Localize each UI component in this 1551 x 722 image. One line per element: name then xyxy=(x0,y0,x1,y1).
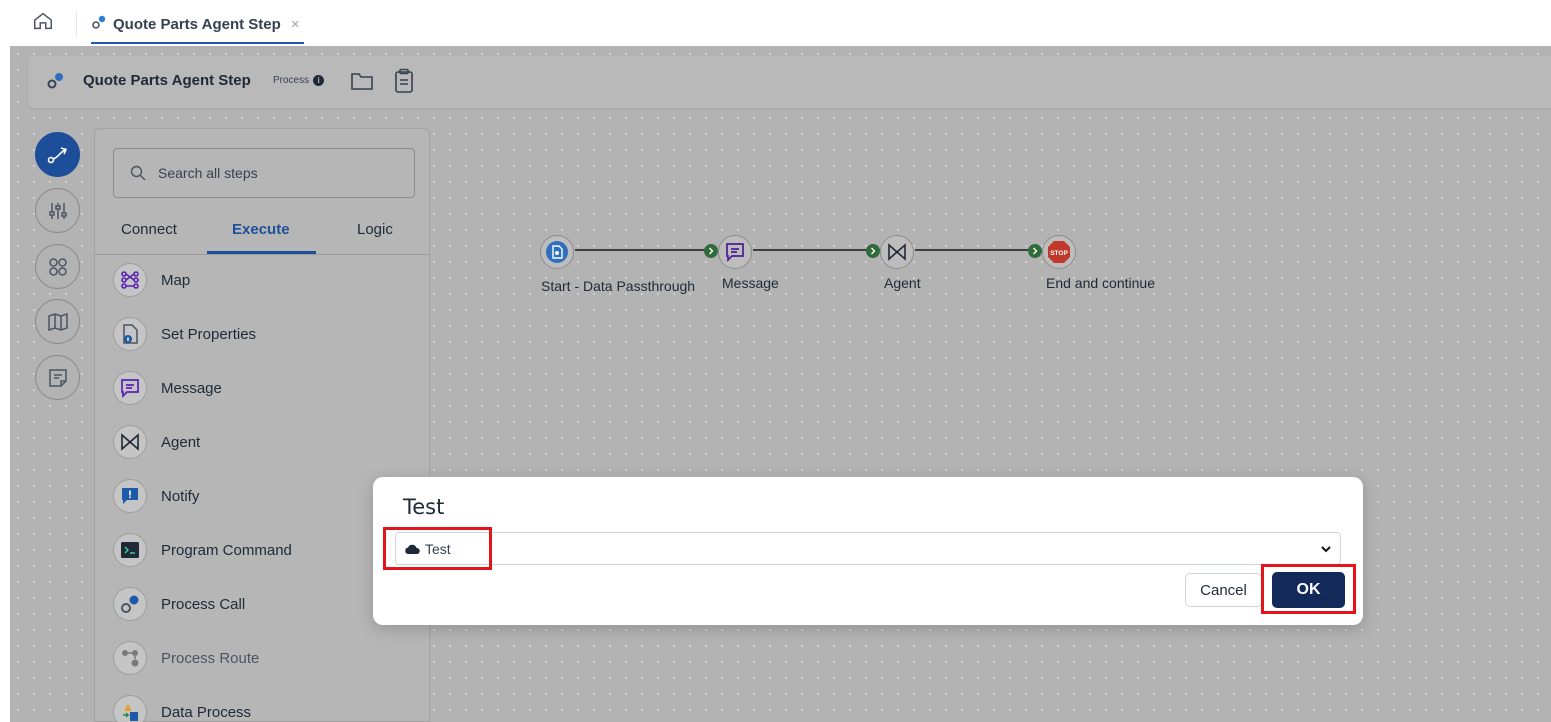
connector-dot[interactable] xyxy=(704,244,718,258)
step-label: Data Process xyxy=(161,703,252,721)
process-gears-icon xyxy=(91,14,107,35)
route-icon[interactable] xyxy=(35,132,80,177)
sliders-icon[interactable] xyxy=(35,188,80,233)
tab-execute[interactable]: Execute xyxy=(232,221,290,238)
notify-icon xyxy=(113,479,147,513)
step-label: Map xyxy=(161,271,191,289)
chevron-down-icon[interactable] xyxy=(1320,542,1332,560)
flow-connector xyxy=(753,249,867,251)
notes-icon[interactable] xyxy=(35,355,80,400)
step-set-properties[interactable]: Set Properties xyxy=(113,317,256,351)
map-icon[interactable] xyxy=(35,299,80,344)
step-data-process[interactable]: Data Process xyxy=(113,695,251,722)
stop-icon: STOP xyxy=(1048,241,1070,263)
step-label: Process Route xyxy=(161,649,260,667)
step-label: Set Properties xyxy=(161,325,257,343)
step-map[interactable]: Map xyxy=(113,263,190,297)
panel-tabs: Connect Execute Logic xyxy=(95,213,429,255)
step-agent[interactable]: Agent xyxy=(113,425,200,459)
flow-node-agent[interactable] xyxy=(880,235,914,269)
home-icon[interactable] xyxy=(30,8,56,34)
tab-quote-parts-agent-step[interactable]: Quote Parts Agent Step × xyxy=(91,6,304,44)
search-icon xyxy=(130,165,146,181)
step-label: Agent xyxy=(161,433,201,451)
document-info-icon xyxy=(113,317,147,351)
process-type-label: Process xyxy=(273,75,310,86)
tab-label: Quote Parts Agent Step xyxy=(113,15,281,33)
top-tab-bar: Quote Parts Agent Step × xyxy=(0,0,1551,46)
flow-node-label: End and continue xyxy=(1046,275,1155,291)
tab-logic[interactable]: Logic xyxy=(357,221,393,238)
search-placeholder: Search all steps xyxy=(158,165,258,181)
cancel-button[interactable]: Cancel xyxy=(1185,573,1262,607)
step-program-command[interactable]: Program Command xyxy=(113,533,292,567)
info-icon[interactable]: i xyxy=(313,75,325,86)
divider xyxy=(76,12,77,36)
flow-node-label: Start - Data Passthrough xyxy=(541,278,696,294)
process-title: Quote Parts Agent Step xyxy=(83,72,251,89)
active-tab-indicator xyxy=(207,251,316,254)
map-step-icon xyxy=(113,263,147,297)
flow-node-label: Message xyxy=(722,275,779,291)
step-label: Process Call xyxy=(161,595,246,613)
folder-icon[interactable] xyxy=(350,70,374,97)
test-dialog: Test Test Cancel OK xyxy=(373,477,1363,625)
connector-dot[interactable] xyxy=(866,244,880,258)
terminal-icon xyxy=(113,533,147,567)
highlight-box-select xyxy=(383,527,492,570)
process-type-badge: Process i xyxy=(273,75,325,86)
tab-connect[interactable]: Connect xyxy=(121,221,177,238)
dialog-title: Test xyxy=(403,495,445,519)
close-icon[interactable]: × xyxy=(291,16,300,33)
process-header: Quote Parts Agent Step Process i xyxy=(28,56,1551,108)
flow-connector xyxy=(915,249,1029,251)
highlight-box-ok xyxy=(1261,564,1356,614)
flow-node-start[interactable] xyxy=(540,235,574,269)
flow-node-message[interactable] xyxy=(718,235,752,269)
clipboard-icon[interactable] xyxy=(393,68,415,99)
process-route-icon xyxy=(113,641,147,675)
process-call-icon xyxy=(113,587,147,621)
step-notify[interactable]: Notify xyxy=(113,479,199,513)
flow-connector xyxy=(575,249,705,251)
step-process-call[interactable]: Process Call xyxy=(113,587,245,621)
steps-panel: Search all steps Connect Execute Logic M… xyxy=(94,128,430,722)
step-process-route[interactable]: Process Route xyxy=(113,641,259,675)
search-input[interactable]: Search all steps xyxy=(113,148,415,198)
message-icon xyxy=(113,371,147,405)
process-gears-icon xyxy=(46,71,66,96)
step-label: Message xyxy=(161,379,222,397)
flow-node-label: Agent xyxy=(884,275,921,291)
agent-icon xyxy=(113,425,147,459)
circles-icon[interactable] xyxy=(35,244,80,289)
flow-node-end[interactable]: STOP xyxy=(1042,235,1076,269)
data-process-icon xyxy=(113,695,147,722)
stop-text: STOP xyxy=(1050,250,1068,257)
step-label: Program Command xyxy=(161,541,292,559)
step-message[interactable]: Message xyxy=(113,371,222,405)
connector-dot[interactable] xyxy=(1028,244,1042,258)
environment-select[interactable]: Test xyxy=(395,532,1341,565)
step-label: Notify xyxy=(161,487,200,505)
